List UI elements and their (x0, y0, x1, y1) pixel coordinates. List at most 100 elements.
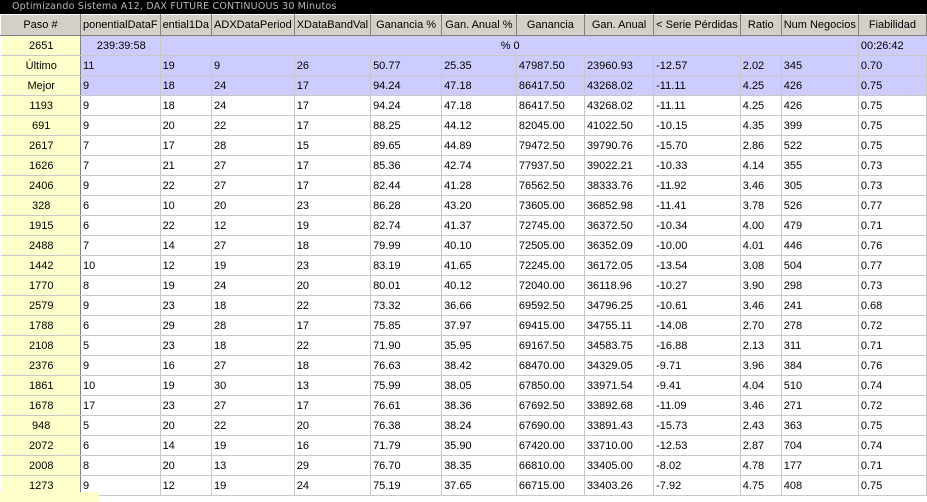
cell-ganancia: 68470.00 (515, 355, 585, 376)
column-header-exponential-period[interactable]: ponentialDataF (79, 14, 161, 36)
progress-text: % 0 (160, 35, 859, 56)
table-row[interactable]: 2406 9 22 27 17 82.44 41.28 76562.50 38333.76 -11… (0, 175, 927, 196)
table-row[interactable]: 2488 7 14 27 18 79.99 40.10 72505.00 36352.09 -10… (0, 235, 927, 256)
row-paso[interactable]: 2072 (0, 435, 81, 456)
column-header-max-serie-perdidas[interactable]: < Serie Pérdidas (653, 14, 741, 36)
cell-exponential1-period: 17 (159, 135, 213, 156)
table-row[interactable]: 1788 6 29 28 17 75.85 37.97 69415.00 34755.11 -14… (0, 315, 927, 336)
row-paso[interactable]: 1442 (0, 255, 81, 276)
cell-exponential-period: 9 (79, 295, 161, 316)
cell-max-serie-perdidas: -12.57 (653, 55, 741, 76)
row-paso[interactable]: 1678 (0, 395, 81, 416)
cell-exponential-period: 5 (79, 415, 161, 436)
row-paso[interactable]: 2617 (0, 135, 81, 156)
table-row[interactable]: 2579 9 23 18 22 73.32 36.66 69592.50 34796.25 -10… (0, 295, 927, 316)
cell-gan-anual: 43268.02 (583, 75, 655, 96)
cell-ratio: 3.46 (739, 175, 782, 196)
column-header-gan-anual[interactable]: Gan. Anual (583, 14, 655, 36)
column-header-gan-anual-pct[interactable]: Gan. Anual % (441, 14, 517, 36)
row-paso[interactable]: 1626 (0, 155, 81, 176)
cell-adx-period: 27 (211, 355, 295, 376)
cell-gan-anual: 36352.09 (583, 235, 655, 256)
cell-max-serie-perdidas: -10.34 (653, 215, 741, 236)
column-header-fiabilidad[interactable]: Fiabilidad (857, 14, 927, 36)
cell-adx-period: 24 (211, 75, 295, 96)
cell-gan-anual: 33892.68 (583, 395, 655, 416)
cell-exponential-period: 7 (79, 155, 161, 176)
column-header-exponential1-period[interactable]: ential1Da (159, 14, 213, 36)
row-paso[interactable]: 1915 (0, 215, 81, 236)
column-header-ganancia[interactable]: Ganancia (515, 14, 585, 36)
cell-exponential1-period: 23 (159, 335, 213, 356)
table-row[interactable]: 1193 9 18 24 17 94.24 47.18 86417.50 43268.02 -11… (0, 95, 927, 116)
cell-gan-anual-pct: 41.65 (441, 255, 517, 276)
cell-ratio: 2.70 (739, 315, 782, 336)
cell-ganancia: 77937.50 (515, 155, 585, 176)
cell-adx-period: 22 (211, 415, 295, 436)
row-paso[interactable]: 328 (0, 195, 81, 216)
row-paso[interactable]: 1861 (0, 375, 81, 396)
cell-gan-anual-pct: 44.89 (441, 135, 517, 156)
row-paso[interactable]: 2579 (0, 295, 81, 316)
cell-exponential-period: 9 (79, 175, 161, 196)
row-paso[interactable]: 2488 (0, 235, 81, 256)
column-header-num-negocios[interactable]: Num Negocios (780, 14, 859, 36)
cell-gan-anual: 41022.50 (583, 115, 655, 136)
cell-adx-period: 28 (211, 135, 295, 156)
cell-exponential-period: 6 (79, 315, 161, 336)
cell-adx-period: 24 (211, 95, 295, 116)
table-row[interactable]: 2008 8 20 13 29 76.70 38.35 66810.00 33405.00 -8.… (0, 455, 927, 476)
cell-num-negocios: 426 (780, 95, 859, 116)
cell-gan-anual-pct: 38.05 (441, 375, 517, 396)
column-header-paso[interactable]: Paso # (0, 14, 81, 36)
table-row[interactable]: 2617 7 17 28 15 89.65 44.89 79472.50 39790.76 -15… (0, 135, 927, 156)
row-paso[interactable]: 2008 (0, 455, 81, 476)
table-row[interactable]: 328 6 10 20 23 86.28 43.20 73605.00 36852.98 -11.… (0, 195, 927, 216)
table-row[interactable]: 948 5 20 22 20 76.38 38.24 67690.00 33891.43 -15.… (0, 415, 927, 436)
cell-exponential1-period: 10 (159, 195, 213, 216)
table-row[interactable]: 1678 17 23 27 17 76.61 38.36 67692.50 33892.68 -1… (0, 395, 927, 416)
cell-ganancia: 66810.00 (515, 455, 585, 476)
cell-ratio: 4.78 (739, 455, 782, 476)
row-paso[interactable]: 2376 (0, 355, 81, 376)
column-header-ratio[interactable]: Ratio (739, 14, 782, 36)
cell-exponential-period: 9 (79, 75, 161, 96)
row-paso[interactable]: 1770 (0, 275, 81, 296)
row-paso[interactable]: 1788 (0, 315, 81, 336)
cell-fiabilidad: 0.71 (857, 335, 927, 356)
table-row[interactable]: 2072 6 14 19 16 71.79 35.90 67420.00 33710.00 -12… (0, 435, 927, 456)
row-paso[interactable]: 1193 (0, 95, 81, 116)
cell-adx-period: 22 (211, 115, 295, 136)
table-row[interactable]: 1273 9 12 19 24 75.19 37.65 66715.00 33403.26 -7.… (0, 475, 927, 496)
table-row[interactable]: 1915 6 22 12 19 82.74 41.37 72745.00 36372.50 -10… (0, 215, 927, 236)
status-row: 2651 239:39:58 % 0 00:26:42 (0, 35, 927, 56)
table-row[interactable]: 1770 8 19 24 20 80.01 40.12 72040.00 36118.96 -10… (0, 275, 927, 296)
table-row[interactable]: 1442 10 12 19 23 83.19 41.65 72245.00 36172.05 -1… (0, 255, 927, 276)
cell-ganancia-pct: 79.99 (370, 235, 443, 256)
table-row[interactable]: 691 9 20 22 17 88.25 44.12 82045.00 41022.50 -10.… (0, 115, 927, 136)
cell-adx-period: 28 (211, 315, 295, 336)
cell-exponential-period: 7 (79, 235, 161, 256)
cell-num-negocios: 704 (780, 435, 859, 456)
cell-exponential-period: 5 (79, 335, 161, 356)
table-row[interactable]: 1626 7 21 27 17 85.36 42.74 77937.50 39022.21 -10… (0, 155, 927, 176)
cell-ratio: 2.43 (739, 415, 782, 436)
column-header-adx-period[interactable]: ADXDataPeriod (211, 14, 295, 36)
cell-ganancia-pct: 75.85 (370, 315, 443, 336)
cell-exponential1-period: 14 (159, 435, 213, 456)
cell-ganancia: 79472.50 (515, 135, 585, 156)
cell-exponential1-period: 12 (159, 255, 213, 276)
table-row[interactable]: 2108 5 23 18 22 71.90 35.95 69167.50 34583.75 -16… (0, 335, 927, 356)
column-header-ganancia-pct[interactable]: Ganancia % (370, 14, 443, 36)
row-paso[interactable]: 948 (0, 415, 81, 436)
row-paso[interactable]: 2406 (0, 175, 81, 196)
cell-adx-period: 12 (211, 215, 295, 236)
cell-max-serie-perdidas: -10.61 (653, 295, 741, 316)
row-paso[interactable]: 691 (0, 115, 81, 136)
column-header-adx-band-value[interactable]: XDataBandVal (293, 14, 372, 36)
row-paso[interactable]: 2108 (0, 335, 81, 356)
table-row[interactable]: 2376 9 16 27 18 76.63 38.42 68470.00 34329.05 -9.… (0, 355, 927, 376)
cell-adx-band-value: 19 (293, 215, 372, 236)
table-row[interactable]: 1861 10 19 30 13 75.99 38.05 67850.00 33971.54 -9… (0, 375, 927, 396)
cell-gan-anual-pct: 41.28 (441, 175, 517, 196)
